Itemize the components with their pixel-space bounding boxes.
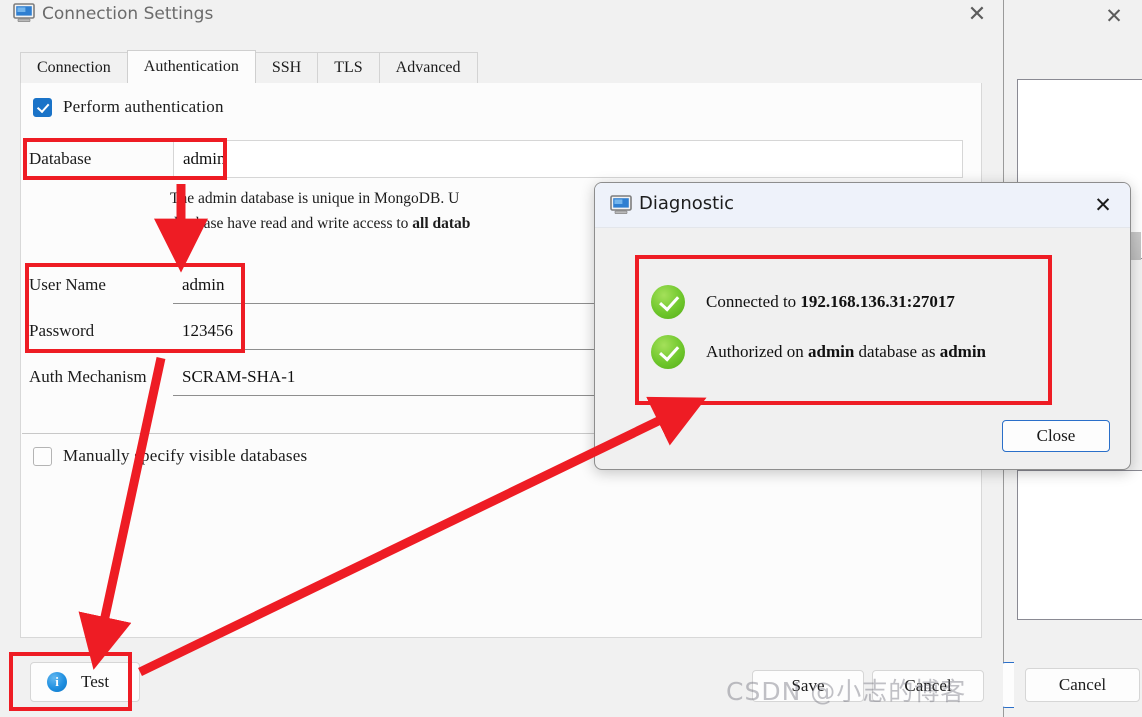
settings-tabbar: Connection Authentication SSH TLS Advanc… bbox=[20, 50, 478, 83]
authorized-user: admin bbox=[939, 342, 987, 361]
database-input[interactable]: admin bbox=[173, 140, 963, 178]
test-button-label: Test bbox=[81, 672, 110, 691]
watermark-text: CSDN @小志的博客 bbox=[726, 677, 967, 706]
diagnostic-titlebar: Diagnostic ✕ bbox=[595, 183, 1130, 228]
authorized-prefix: Authorized on bbox=[706, 342, 808, 361]
diagnostic-result-authorized: Authorized on admin database as admin bbox=[651, 335, 986, 369]
tab-ssh[interactable]: SSH bbox=[254, 52, 319, 83]
monitor-icon bbox=[13, 3, 35, 22]
hint-line-1: The admin database is unique in MongoDB.… bbox=[170, 190, 460, 207]
diagnostic-title: Diagnostic bbox=[639, 193, 735, 214]
test-button[interactable]: i Test bbox=[30, 662, 140, 702]
success-check-icon bbox=[651, 335, 685, 369]
perform-authentication-label: Perform authentication bbox=[63, 97, 224, 116]
auth-mechanism-field-label: Auth Mechanism bbox=[29, 367, 147, 386]
username-field-label: User Name bbox=[29, 275, 106, 294]
diagnostic-connected-text: Connected to 192.168.136.31:27017 bbox=[706, 292, 955, 312]
background-window-close-icon[interactable]: ✕ bbox=[1100, 2, 1128, 30]
diagnostic-close-button[interactable]: Close bbox=[1002, 420, 1110, 452]
authorized-database: admin bbox=[807, 342, 855, 361]
hint-line-2b: all datab bbox=[412, 215, 471, 232]
password-field-label: Password bbox=[29, 321, 95, 340]
connected-prefix: Connected to bbox=[706, 292, 801, 311]
info-icon: i bbox=[47, 672, 67, 692]
manually-specify-databases-checkbox[interactable] bbox=[33, 446, 52, 466]
connection-settings-close-icon[interactable]: ✕ bbox=[960, 0, 994, 31]
hint-line-2a: database have read and write access to bbox=[170, 215, 413, 232]
diagnostic-close-icon[interactable]: ✕ bbox=[1089, 191, 1117, 219]
manually-specify-databases-row[interactable]: Manually specify visible databases bbox=[33, 446, 307, 466]
database-field-label: Database bbox=[29, 149, 92, 168]
background-window-cancel-button[interactable]: Cancel bbox=[1025, 668, 1140, 702]
diagnostic-authorized-text: Authorized on admin database as admin bbox=[706, 342, 986, 362]
tab-connection[interactable]: Connection bbox=[20, 52, 128, 83]
connection-settings-title: Connection Settings bbox=[42, 4, 214, 24]
tab-tls[interactable]: TLS bbox=[317, 52, 380, 83]
perform-authentication-row[interactable]: Perform authentication bbox=[33, 97, 224, 117]
connection-settings-titlebar: Connection Settings ✕ bbox=[0, 0, 1003, 34]
success-check-icon bbox=[651, 285, 685, 319]
perform-authentication-checkbox[interactable] bbox=[33, 97, 52, 117]
diagnostic-result-connected: Connected to 192.168.136.31:27017 bbox=[651, 285, 955, 319]
authorized-middle: database as bbox=[854, 342, 940, 361]
database-field-row[interactable]: Database admin bbox=[21, 140, 963, 178]
connected-address: 192.168.136.31:27017 bbox=[800, 292, 955, 311]
manually-specify-databases-label: Manually specify visible databases bbox=[63, 446, 308, 465]
background-window-lower-panel bbox=[1017, 470, 1142, 620]
tab-authentication[interactable]: Authentication bbox=[126, 50, 256, 83]
tab-advanced[interactable]: Advanced bbox=[378, 52, 478, 83]
monitor-icon bbox=[610, 195, 632, 214]
